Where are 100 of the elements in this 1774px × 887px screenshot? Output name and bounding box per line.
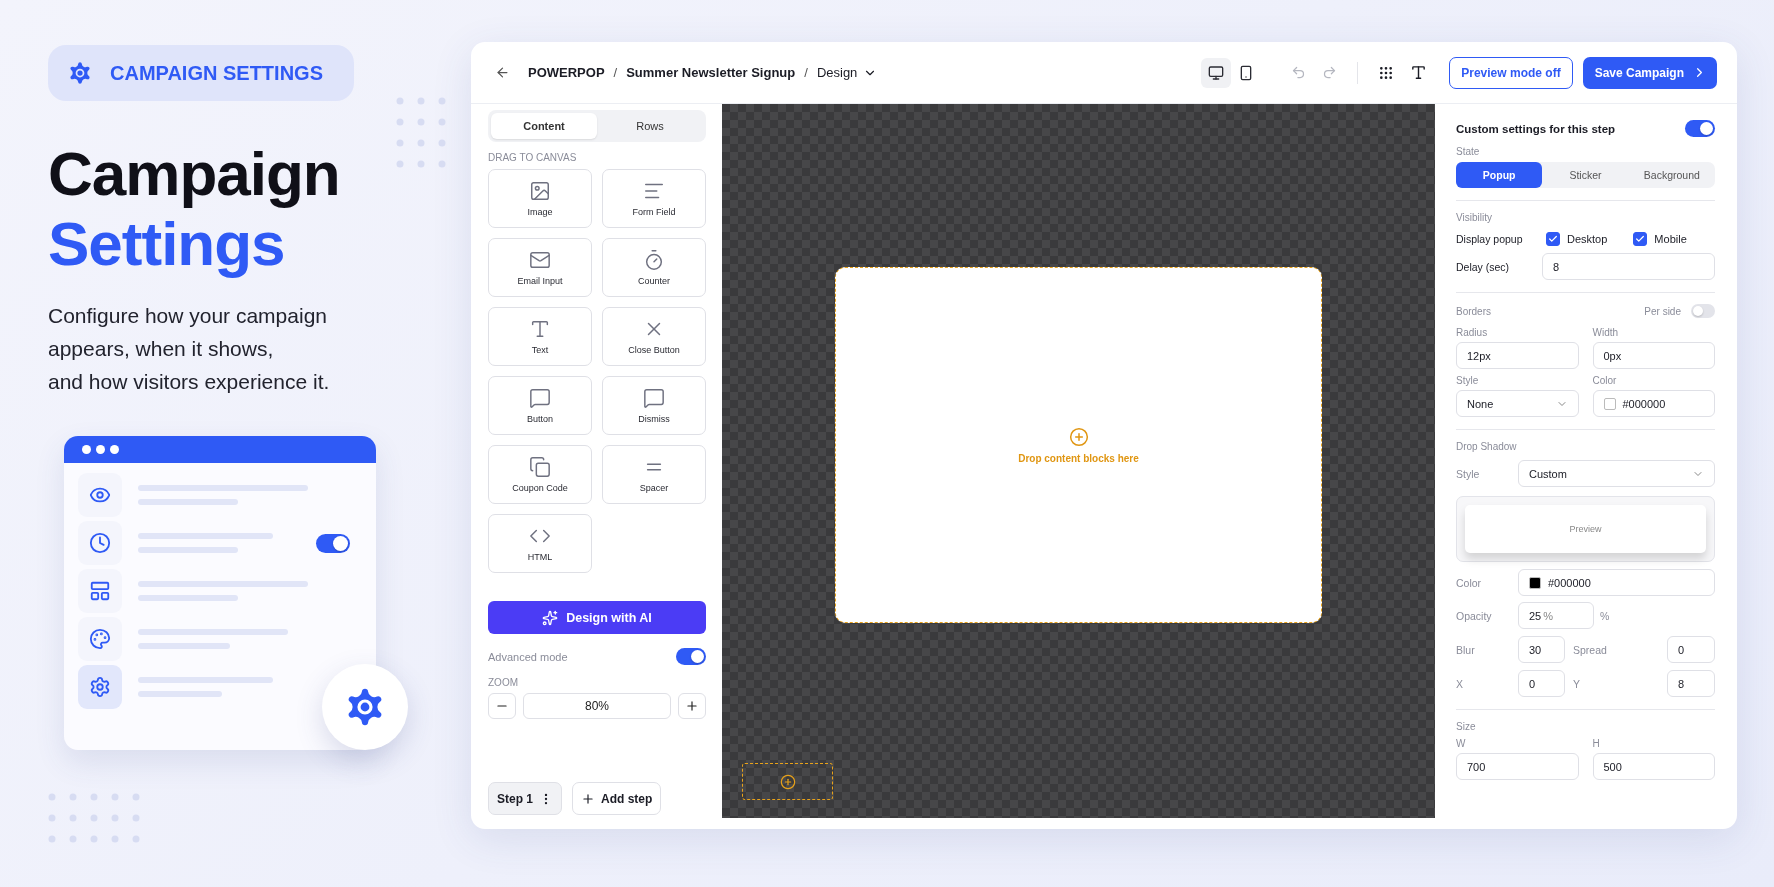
panel-tab[interactable]: Rows [597, 113, 703, 139]
drop-hint: Drop content blocks here [1018, 452, 1139, 464]
checkbox[interactable]: Desktop [1546, 232, 1608, 246]
page-title: Campaign [48, 139, 340, 209]
image-icon [529, 180, 551, 202]
content-block[interactable]: Coupon Code [488, 445, 592, 504]
toggle-switch[interactable] [1685, 120, 1715, 137]
state-option[interactable]: Popup [1456, 162, 1543, 188]
unit-label: % [1600, 609, 1611, 622]
shadow-preview-card: Preview [1465, 505, 1706, 553]
zoom-field[interactable]: 80% [523, 693, 671, 719]
toggle-switch[interactable] [676, 648, 706, 665]
state-option[interactable]: Background [1628, 162, 1715, 188]
breadcrumb-item[interactable]: Summer Newsletter Signup [626, 65, 796, 80]
window-dot [110, 445, 119, 454]
spread-field[interactable]: 0 [1667, 636, 1715, 663]
color-swatch [1603, 397, 1616, 410]
window-dot [82, 445, 91, 454]
field-label: Style [1456, 375, 1480, 386]
content-block[interactable]: Close Button [602, 307, 706, 366]
width-field[interactable]: 0px [1592, 342, 1715, 369]
badge-label: CAMPAIGN SETTINGS [110, 61, 323, 85]
add-step-button[interactable]: Add step [572, 782, 662, 815]
blur-field[interactable]: 30 [1518, 636, 1565, 663]
section-label: Borders [1456, 305, 1491, 317]
description: Configure how your campaign appears, when it shows, and how visitors experience it. [48, 303, 331, 395]
content-block[interactable]: Email Input [488, 238, 592, 297]
checkbox[interactable]: Mobile [1633, 232, 1687, 246]
design-with-ai-button[interactable]: Design with AI [488, 601, 706, 634]
field-label: Radius [1456, 327, 1489, 338]
text-icon [529, 318, 551, 340]
field-label: X [1456, 677, 1464, 690]
page-title: Settings [48, 209, 285, 279]
speech-bubble-icon [643, 387, 665, 409]
field-label: Y [1572, 677, 1581, 690]
zoom-out-button[interactable] [488, 693, 516, 719]
preview-mode-button[interactable]: Preview mode off [1449, 56, 1573, 89]
shadow-style-select[interactable]: Custom [1518, 460, 1715, 487]
setting-title: Custom settings for this step [1456, 122, 1616, 135]
dot-grid-drawing [396, 97, 446, 168]
stopwatch-icon [643, 249, 665, 271]
content-block[interactable]: Counter [602, 238, 706, 297]
plus-icon [581, 791, 595, 806]
x-field[interactable]: 0 [1518, 670, 1565, 697]
mail-icon [529, 249, 551, 271]
content-block[interactable]: Image [488, 169, 592, 228]
content-block[interactable]: HTML [488, 514, 592, 573]
setting-label: Per side [1644, 305, 1681, 317]
device-button[interactable] [1201, 57, 1232, 88]
field-label: Width [1592, 327, 1620, 338]
toggle-switch[interactable] [1691, 304, 1715, 318]
content-block[interactable]: Button [488, 376, 592, 435]
breadcrumb-separator: / [804, 65, 808, 80]
zoom-label: ZOOM [488, 677, 519, 688]
field-label: Color [1456, 576, 1483, 589]
step-button[interactable]: Step 1 [488, 782, 562, 815]
state-option[interactable]: Sticker [1542, 162, 1629, 188]
radius-field[interactable]: 12px [1456, 342, 1579, 369]
delay-field[interactable]: 8 [1542, 253, 1715, 280]
section-label: DRAG TO CANVAS [488, 152, 578, 163]
style-select[interactable]: None [1456, 390, 1579, 417]
breadcrumb-separator: / [613, 65, 618, 80]
y-field[interactable]: 8 [1667, 670, 1715, 697]
color-field[interactable]: #000000 [1592, 390, 1715, 417]
section-label: Drop Shadow [1456, 441, 1518, 452]
section-label: Size [1456, 721, 1477, 732]
field-label: H [1592, 738, 1601, 749]
settings-icon [89, 676, 111, 698]
panel-tab[interactable]: Content [491, 113, 597, 139]
content-block[interactable]: Dismiss [602, 376, 706, 435]
save-campaign-button[interactable]: Save Campaign [1582, 56, 1717, 89]
grid-dots-icon[interactable] [1378, 64, 1395, 81]
section-label: Visibility [1456, 212, 1493, 223]
text-icon[interactable] [1410, 64, 1428, 81]
breadcrumb-item[interactable]: POWERPOP [528, 65, 605, 80]
content-block[interactable]: Spacer [602, 445, 706, 504]
field-label: W [1456, 738, 1467, 749]
speech-bubble-icon [529, 387, 551, 409]
field-label: Delay (sec) [1456, 260, 1511, 273]
color-swatch [1529, 576, 1541, 589]
monitor-icon [1208, 64, 1225, 81]
copy-icon [529, 456, 551, 478]
opacity-field[interactable]: 25 % [1518, 602, 1594, 629]
field-label: Blur [1456, 643, 1476, 656]
setting-label: Advanced mode [488, 650, 568, 663]
content-block[interactable]: Form Field [602, 169, 706, 228]
section-label: State [1456, 146, 1481, 157]
back-icon[interactable] [495, 65, 510, 80]
width-field[interactable]: 700 [1456, 753, 1579, 780]
color-field[interactable]: #000000 [1518, 569, 1715, 596]
drop-zone[interactable] [742, 763, 833, 800]
height-field[interactable]: 500 [1592, 753, 1715, 780]
zoom-in-button[interactable] [678, 693, 706, 719]
content-block[interactable]: Text [488, 307, 592, 366]
layout-icon [89, 580, 111, 602]
field-label: Opacity [1456, 609, 1493, 622]
add-circle-icon [779, 773, 796, 790]
breadcrumb-item[interactable]: Design [816, 65, 858, 80]
sparkles-icon [542, 609, 559, 626]
field-label: Color [1592, 375, 1618, 386]
